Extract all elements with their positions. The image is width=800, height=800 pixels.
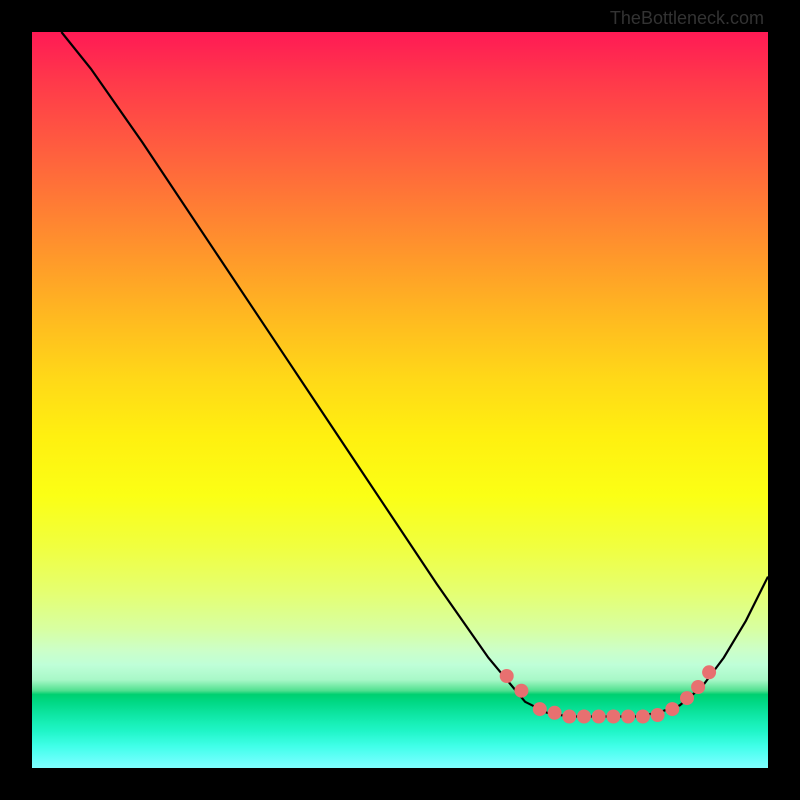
chart-overlay (32, 32, 768, 768)
curve-line (61, 32, 768, 717)
marker-dot (500, 669, 514, 683)
marker-dot (548, 706, 562, 720)
curve-markers (500, 665, 716, 723)
watermark-text: TheBottleneck.com (610, 8, 764, 29)
marker-dot (665, 702, 679, 716)
marker-dot (514, 684, 528, 698)
marker-dot (577, 710, 591, 724)
marker-dot (691, 680, 705, 694)
marker-dot (562, 710, 576, 724)
marker-dot (621, 710, 635, 724)
marker-dot (702, 665, 716, 679)
chart-container: TheBottleneck.com (0, 0, 800, 800)
marker-dot (592, 710, 606, 724)
marker-dot (651, 708, 665, 722)
marker-dot (533, 702, 547, 716)
marker-dot (636, 710, 650, 724)
marker-dot (680, 691, 694, 705)
marker-dot (606, 710, 620, 724)
